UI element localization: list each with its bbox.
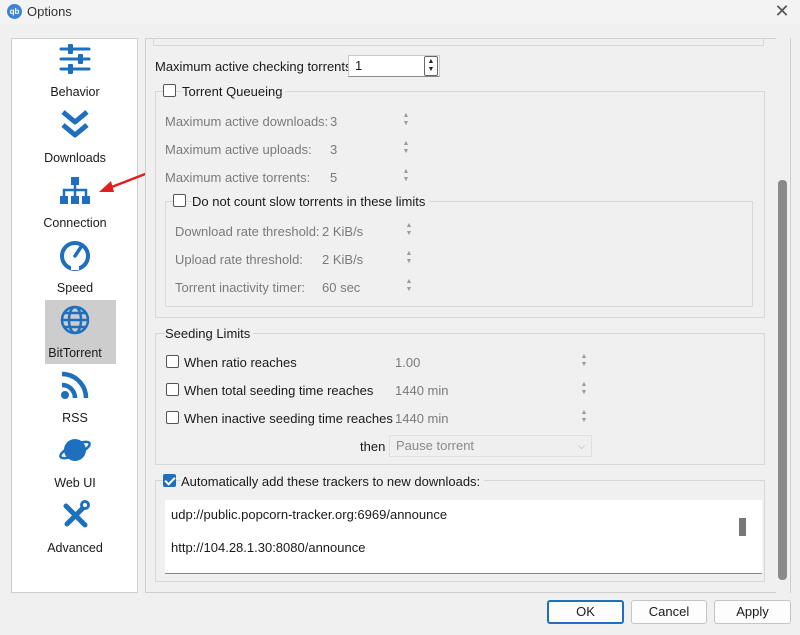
- tracker-line: http://104.28.1.30:8080/announce: [171, 540, 366, 555]
- tools-icon: [63, 500, 90, 528]
- sidebar-item-label: BitTorrent: [48, 346, 102, 360]
- ratio-checkbox[interactable]: [166, 355, 179, 368]
- sidebar-item-label: Speed: [56, 281, 94, 295]
- inactive-seeding-label: When inactive seeding time reaches: [184, 411, 393, 426]
- window-title: Options: [27, 4, 72, 19]
- inactive-seeding-value[interactable]: 1440 min: [395, 411, 448, 426]
- checking-torrents-stepper[interactable]: ▲ ▼: [424, 56, 438, 76]
- seeding-action-select[interactable]: Pause torrent ⌵: [389, 435, 592, 457]
- max-downloads-label: Maximum active downloads:: [165, 114, 329, 129]
- sidebar-item-rss[interactable]: RSS: [12, 365, 138, 429]
- globe-icon: [60, 305, 90, 335]
- max-uploads-value[interactable]: 3: [330, 142, 337, 157]
- max-torrents-value[interactable]: 5: [330, 170, 337, 185]
- ratio-label: When ratio reaches: [184, 355, 297, 370]
- inactivity-timer-stepper[interactable]: ▲ ▼: [402, 276, 416, 296]
- previous-group-frame: [153, 38, 764, 46]
- upload-threshold-value[interactable]: 2 KiB/s: [322, 252, 363, 267]
- trackers-scrollbar-thumb[interactable]: [739, 518, 746, 536]
- slow-torrents-label: Do not count slow torrents in these limi…: [192, 194, 430, 209]
- sidebar-item-web-ui[interactable]: Web UI: [12, 430, 138, 494]
- sidebar-item-label: RSS: [62, 411, 88, 425]
- max-downloads-stepper[interactable]: ▲ ▼: [399, 110, 413, 130]
- apply-button[interactable]: Apply: [714, 600, 791, 624]
- upload-threshold-label: Upload rate threshold:: [175, 252, 303, 267]
- options-sidebar: Behavior Downloads Connection Speed BitT…: [11, 38, 138, 593]
- sidebar-item-downloads[interactable]: Downloads: [12, 105, 138, 169]
- speedometer-icon: [60, 241, 90, 271]
- total-seeding-value[interactable]: 1440 min: [395, 383, 448, 398]
- sidebar-item-behavior[interactable]: Behavior: [12, 39, 138, 103]
- inactive-seeding-checkbox[interactable]: [166, 411, 179, 424]
- network-icon: [60, 177, 90, 204]
- download-threshold-label: Download rate threshold:: [175, 224, 320, 239]
- close-icon[interactable]: ✕: [772, 1, 792, 22]
- sidebar-item-label: Web UI: [54, 476, 96, 490]
- max-torrents-label: Maximum active torrents:: [165, 170, 311, 185]
- chevron-down-icon: ⌵: [578, 441, 585, 451]
- rss-icon: [61, 371, 89, 399]
- scrollbar-thumb[interactable]: [778, 180, 787, 580]
- slow-torrents-checkbox[interactable]: [173, 194, 186, 207]
- ratio-value[interactable]: 1.00: [395, 355, 420, 370]
- inactive-seeding-stepper[interactable]: ▲ ▼: [577, 407, 591, 427]
- sidebar-item-label: Advanced: [47, 541, 103, 555]
- download-threshold-stepper[interactable]: ▲ ▼: [402, 220, 416, 240]
- torrent-queueing-checkbox[interactable]: [163, 84, 176, 97]
- inactivity-timer-label: Torrent inactivity timer:: [175, 280, 306, 295]
- tracker-line: udp://public.popcorn-tracker.org:6969/an…: [171, 507, 448, 522]
- sidebar-item-label: Connection: [43, 216, 107, 230]
- checking-torrents-label: Maximum active checking torrents:: [155, 59, 356, 74]
- download-threshold-value[interactable]: 2 KiB/s: [322, 224, 363, 239]
- seeding-limits-title: Seeding Limits: [165, 326, 254, 341]
- sidebar-item-speed[interactable]: Speed: [12, 235, 138, 299]
- max-downloads-value[interactable]: 3: [330, 114, 337, 129]
- sidebar-item-advanced[interactable]: Advanced: [12, 495, 138, 559]
- max-uploads-label: Maximum active uploads:: [165, 142, 312, 157]
- app-icon: qb: [7, 4, 22, 19]
- inactivity-timer-value[interactable]: 60 sec: [322, 280, 360, 295]
- ratio-stepper[interactable]: ▲ ▼: [577, 351, 591, 371]
- torrent-queueing-label: Torrent Queueing: [182, 84, 287, 99]
- ok-button[interactable]: OK: [547, 600, 624, 624]
- max-torrents-stepper[interactable]: ▲ ▼: [399, 166, 413, 186]
- sidebar-item-label: Behavior: [50, 85, 100, 99]
- sidebar-item-bittorrent[interactable]: BitTorrent: [12, 300, 138, 364]
- trackers-label: Automatically add these trackers to new …: [181, 474, 485, 489]
- total-seeding-stepper[interactable]: ▲ ▼: [577, 379, 591, 399]
- total-seeding-checkbox[interactable]: [166, 383, 179, 396]
- trackers-textarea[interactable]: udp://public.popcorn-tracker.org:6969/an…: [165, 500, 762, 574]
- max-uploads-stepper[interactable]: ▲ ▼: [399, 138, 413, 158]
- title-bar: qb Options ✕: [0, 0, 800, 24]
- sliders-icon: [59, 44, 91, 74]
- upload-threshold-stepper[interactable]: ▲ ▼: [402, 248, 416, 268]
- then-label: then: [360, 439, 386, 454]
- seeding-action-value: Pause torrent: [396, 438, 475, 453]
- cancel-button[interactable]: Cancel: [631, 600, 707, 624]
- trackers-checkbox[interactable]: [163, 474, 176, 487]
- sidebar-item-label: Downloads: [44, 151, 106, 165]
- double-chevron-down-icon: [61, 110, 89, 138]
- planet-icon: [59, 439, 91, 461]
- total-seeding-label: When total seeding time reaches: [184, 383, 374, 398]
